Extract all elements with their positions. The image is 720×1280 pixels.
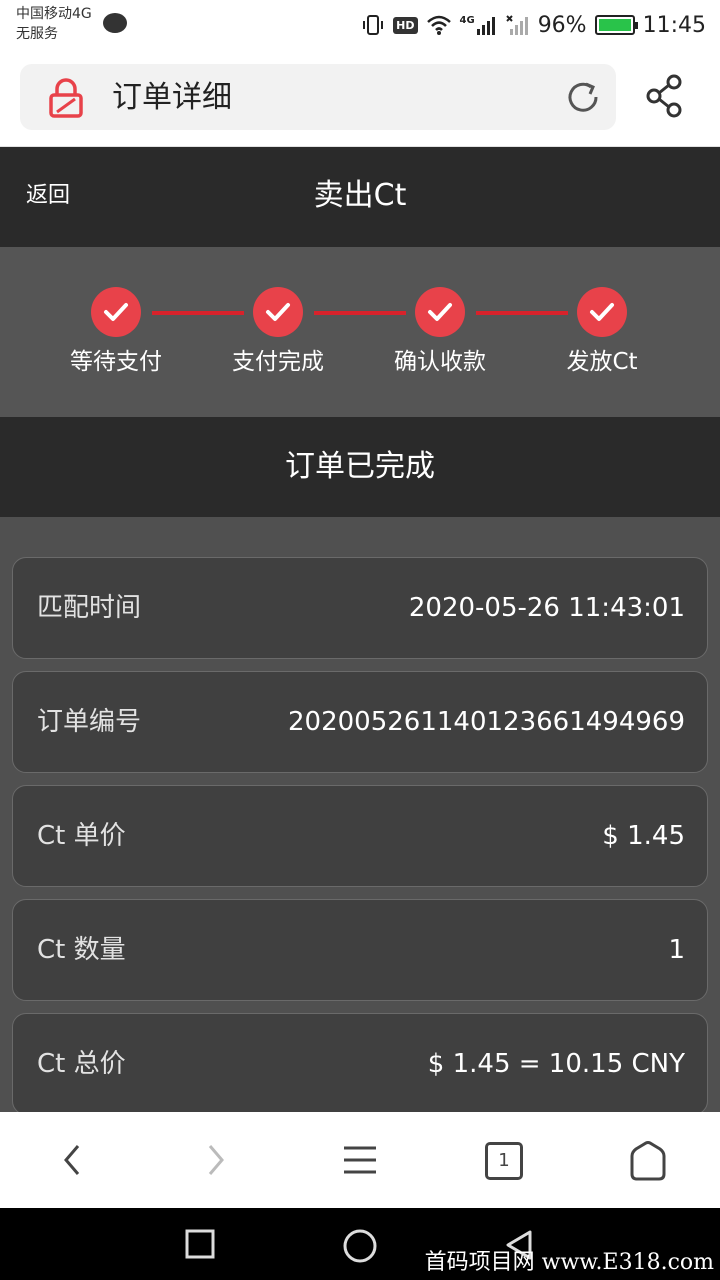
detail-row-total-price: Ct 总价 $ 1.45 = 10.15 CNY xyxy=(12,1013,708,1112)
battery-icon xyxy=(594,15,638,35)
tab-count: 1 xyxy=(498,1150,510,1171)
order-status-banner: 订单已完成 xyxy=(0,417,720,517)
message-notification-icon xyxy=(103,13,127,33)
page-title: 订单详细 xyxy=(112,80,232,115)
step-label: 确认收款 xyxy=(394,349,486,375)
step-confirm-receipt: 确认收款 xyxy=(360,287,520,377)
browser-bottom-bar: 1 xyxy=(0,1112,720,1208)
menu-icon[interactable] xyxy=(340,1140,380,1180)
step-payment-complete: 支付完成 xyxy=(198,287,358,377)
wifi-icon xyxy=(426,15,451,35)
order-status-text: 订单已完成 xyxy=(285,449,435,484)
detail-value: $ 1.45 xyxy=(602,821,685,851)
carrier-name: 中国移动4G xyxy=(16,6,92,22)
detail-label: Ct 总价 xyxy=(37,1049,126,1079)
status-icons: HD 4G 96% 11:45 xyxy=(361,8,706,42)
detail-value: $ 1.45 = 10.15 CNY xyxy=(427,1049,685,1079)
hd-icon: HD xyxy=(393,16,418,34)
detail-label: Ct 单价 xyxy=(37,821,126,851)
share-icon[interactable] xyxy=(644,74,684,118)
detail-label: Ct 数量 xyxy=(37,935,126,965)
reload-icon[interactable] xyxy=(564,78,602,116)
header-title: 卖出Ct xyxy=(313,178,407,213)
carrier-service: 无服务 xyxy=(16,26,58,42)
step-label: 等待支付 xyxy=(70,349,162,375)
check-icon xyxy=(415,287,465,337)
step-waiting-payment: 等待支付 xyxy=(36,287,196,377)
check-icon xyxy=(577,287,627,337)
vibrate-icon xyxy=(363,15,384,35)
tabs-button[interactable]: 1 xyxy=(485,1142,523,1180)
back-arrow-icon[interactable] xyxy=(58,1140,86,1180)
home-circle-icon[interactable] xyxy=(342,1228,378,1264)
app-header: 返回 卖出Ct xyxy=(0,147,720,247)
network-type-label: 4G xyxy=(459,15,475,26)
forward-arrow-icon[interactable] xyxy=(202,1140,230,1180)
browser-toolbar: 订单详细 xyxy=(0,50,720,147)
lock-icon xyxy=(49,78,83,118)
order-progress-steps: 等待支付 支付完成 确认收款 发放Ct xyxy=(0,247,720,417)
detail-value: 2020052611401236614949​69 xyxy=(287,707,685,737)
detail-value: 1 xyxy=(668,935,685,965)
order-details: 匹配时间 2020-05-26 11:43:01 订单编号 2020052611… xyxy=(0,517,720,1112)
battery-percent: 96% xyxy=(537,12,587,38)
detail-row-order-number: 订单编号 2020052611401236614949​69 xyxy=(12,671,708,773)
carrier-info: 中国移动4G 无服务 xyxy=(16,4,92,44)
detail-value: 2020-05-26 11:43:01 xyxy=(408,593,685,623)
recent-apps-icon[interactable] xyxy=(184,1228,216,1260)
address-bar[interactable]: 订单详细 xyxy=(20,64,616,130)
check-icon xyxy=(253,287,303,337)
no-signal-icon xyxy=(505,15,528,35)
detail-row-match-time: 匹配时间 2020-05-26 11:43:01 xyxy=(12,557,708,659)
check-icon xyxy=(91,287,141,337)
step-label: 发放Ct xyxy=(566,349,638,375)
signal-4g-icon: 4G xyxy=(460,15,498,35)
step-label: 支付完成 xyxy=(232,349,324,375)
detail-label: 匹配时间 xyxy=(37,593,142,623)
status-bar: 中国移动4G 无服务 HD 4G 96% 11:45 xyxy=(0,0,720,50)
step-release-ct: 发放Ct xyxy=(522,287,682,377)
system-navigation-bar: 首码项目网 www.E318.com xyxy=(0,1208,720,1280)
detail-row-quantity: Ct 数量 1 xyxy=(12,899,708,1001)
home-icon[interactable] xyxy=(626,1140,670,1182)
detail-row-unit-price: Ct 单价 $ 1.45 xyxy=(12,785,708,887)
watermark: 首码项目网 www.E318.com xyxy=(424,1250,714,1275)
detail-label: 订单编号 xyxy=(37,707,142,737)
clock: 11:45 xyxy=(642,12,706,38)
